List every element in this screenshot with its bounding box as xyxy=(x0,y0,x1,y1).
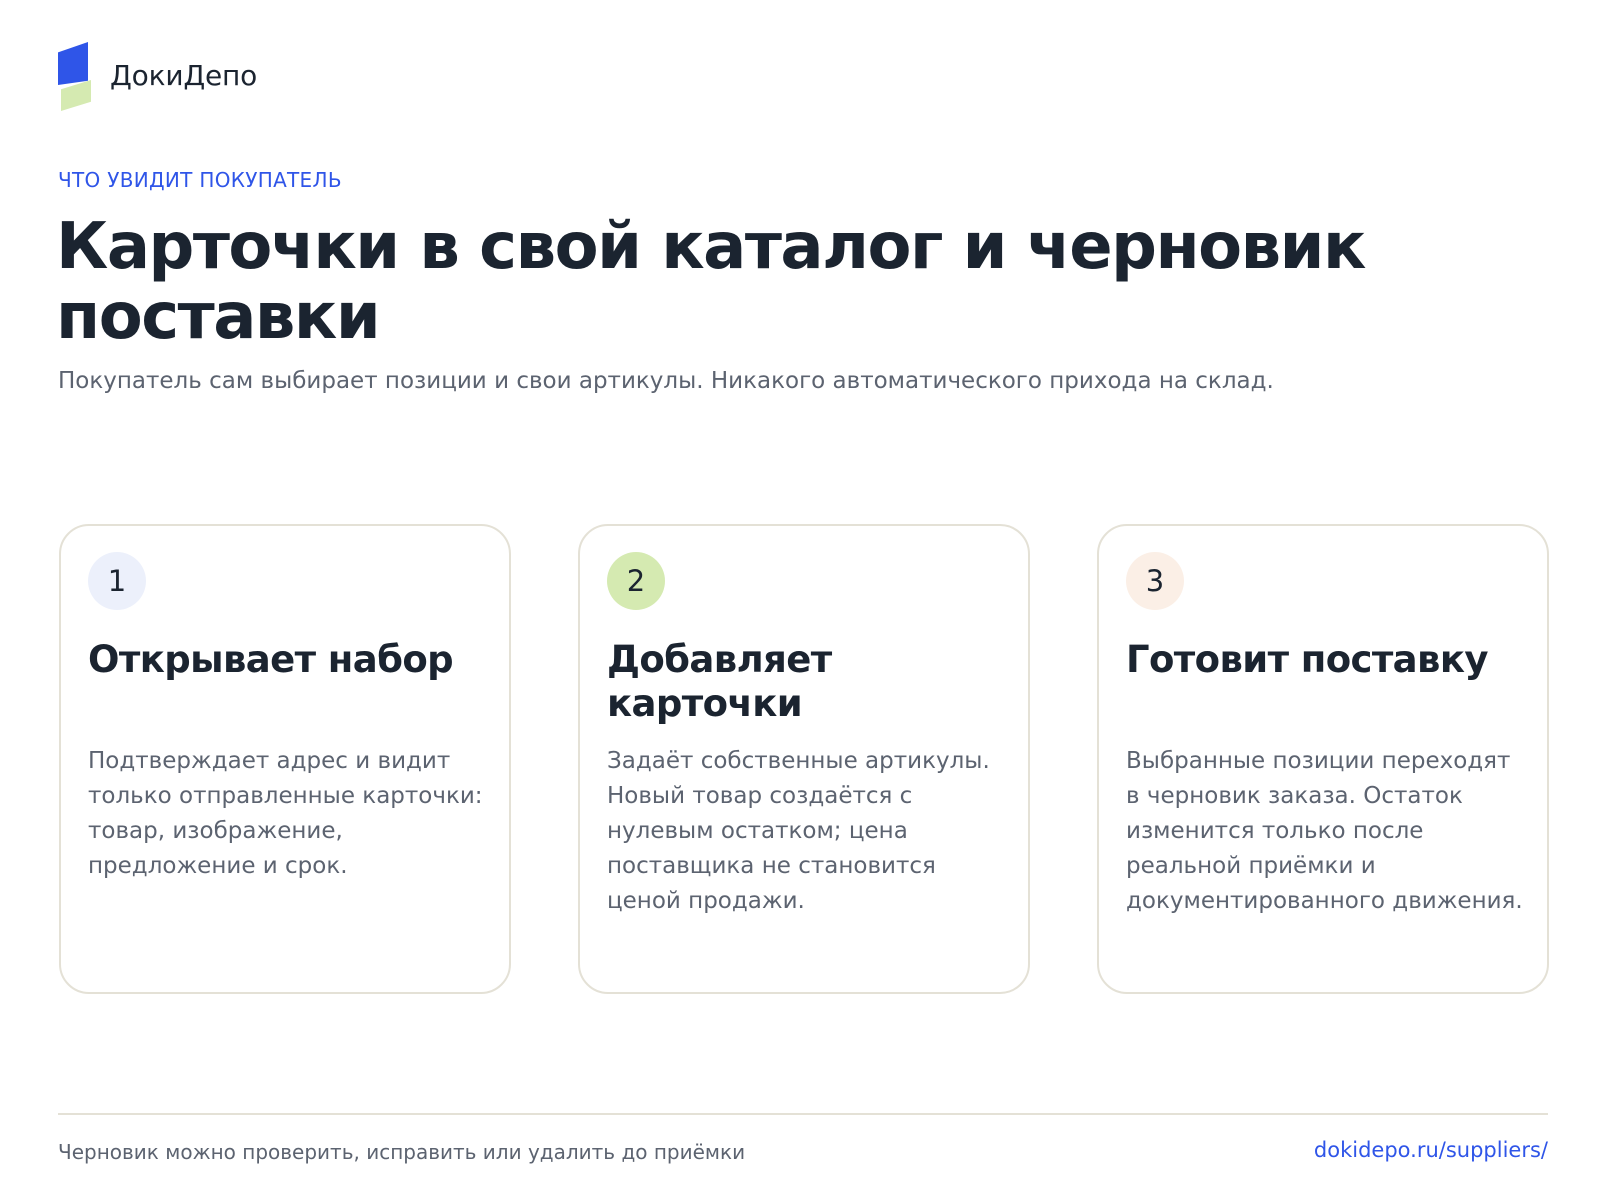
step-description: Подтверждает адрес и видит только отправ… xyxy=(88,748,483,879)
step-number-badge: 3 xyxy=(1126,552,1184,610)
step-title: Добавляет карточки xyxy=(607,638,832,725)
step-number-badge: 1 xyxy=(88,552,146,610)
step-number-badge: 2 xyxy=(607,552,665,610)
page-title: Карточки в свой каталог и черновик поста… xyxy=(56,210,1366,354)
step-title: Открывает набор xyxy=(88,638,454,681)
step-card-3: 3 Готовит поставку Выбранные позиции пер… xyxy=(1097,524,1549,994)
step-description: Задаёт собственные артикулы. Новый товар… xyxy=(607,748,990,914)
step-description: Выбранные позиции переходят в черновик з… xyxy=(1126,748,1523,914)
step-card-2: 2 Добавляет карточки Задаёт собственные … xyxy=(578,524,1030,994)
step-title: Готовит поставку xyxy=(1126,638,1489,681)
footer-note: Черновик можно проверить, исправить или … xyxy=(58,1140,746,1164)
section-eyebrow: ЧТО УВИДИТ ПОКУПАТЕЛЬ xyxy=(58,168,342,192)
brand-name: ДокиДепо xyxy=(110,58,258,92)
brand-logo: ДокиДепо xyxy=(58,42,257,112)
logo-mark-icon xyxy=(58,42,92,112)
step-card-1: 1 Открывает набор Подтверждает адрес и в… xyxy=(59,524,511,994)
footer-divider xyxy=(58,1113,1548,1115)
page-subtitle: Покупатель сам выбирает позиции и свои а… xyxy=(58,368,1274,394)
footer-link[interactable]: dokidepo.ru/suppliers/ xyxy=(1314,1138,1548,1162)
